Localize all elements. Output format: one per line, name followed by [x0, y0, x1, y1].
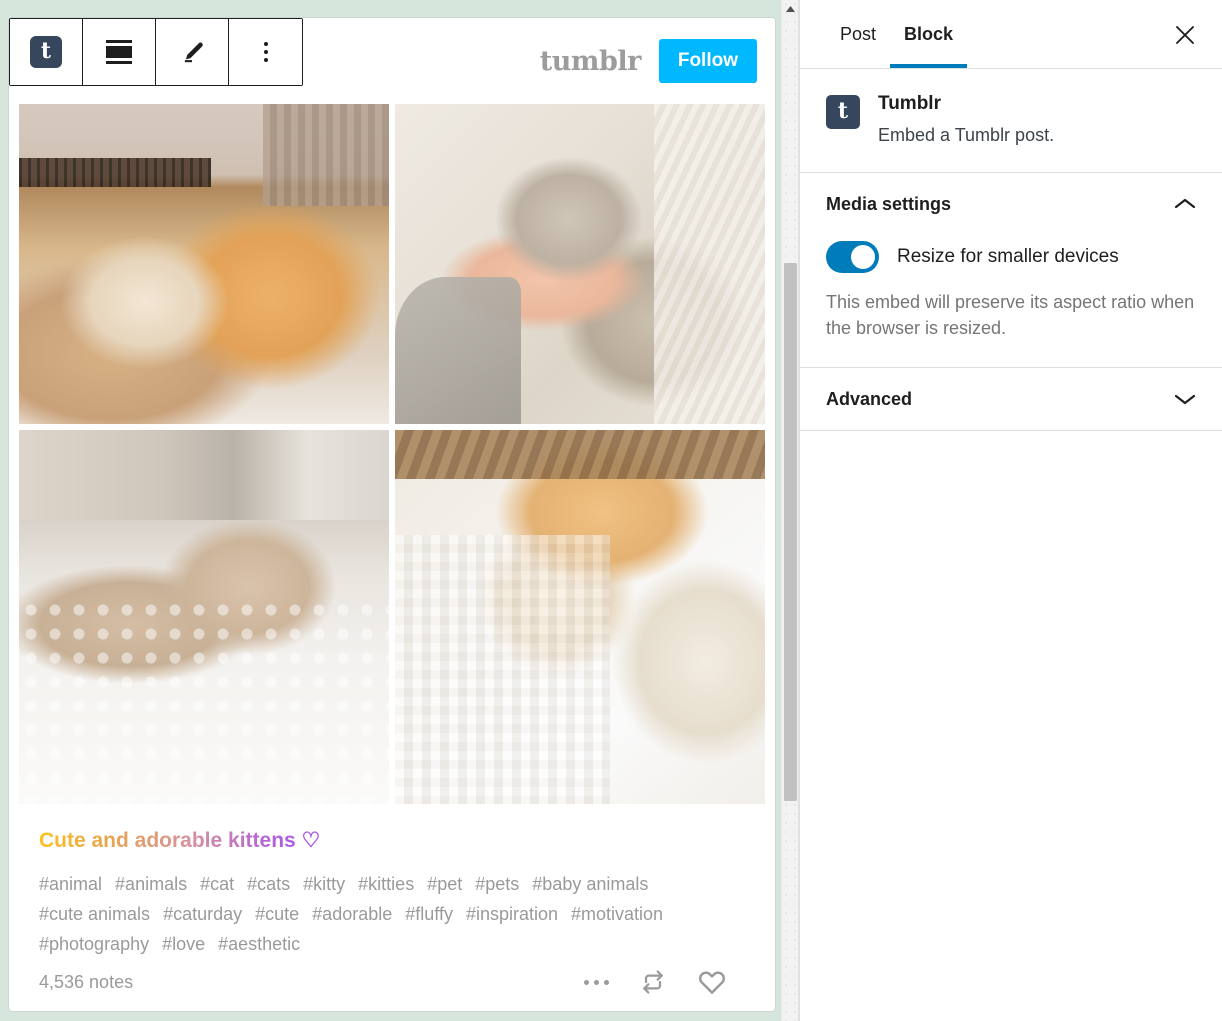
post-tag[interactable]: #adorable [312, 899, 392, 929]
post-actions [584, 967, 745, 997]
editor-scrollbar[interactable] [781, 0, 798, 1021]
panel-advanced-header[interactable]: Advanced [826, 368, 1196, 430]
panel-advanced: Advanced [800, 368, 1222, 432]
panel-media-settings-title: Media settings [826, 193, 952, 214]
resize-toggle-row: Resize for smaller devices [826, 241, 1196, 273]
post-body: Cute and adorable kittens ♡ #animal #anim… [9, 816, 775, 959]
tumblr-icon-letter: t [40, 38, 52, 64]
editor-canvas: tumblr Follow Cute and adorable kittens … [0, 0, 799, 1021]
post-footer: 4,536 notes [9, 967, 775, 997]
panel-media-settings-body: Resize for smaller devices This embed wi… [826, 241, 1196, 367]
more-options-icon [263, 42, 268, 62]
post-tag[interactable]: #pet [427, 869, 462, 899]
panel-media-settings: Media settings Resize for smaller device… [800, 173, 1222, 369]
block-info-text: Tumblr Embed a Tumblr post. [878, 93, 1054, 146]
post-photo-2[interactable] [395, 104, 765, 424]
photo-grid [10, 104, 774, 804]
post-tag[interactable]: #kitties [358, 869, 414, 899]
post-tag[interactable]: #photography [39, 929, 149, 959]
close-icon[interactable] [1166, 16, 1204, 54]
post-tag[interactable]: #motivation [571, 899, 663, 929]
screen-root: tumblr Follow Cute and adorable kittens … [0, 0, 1222, 1021]
tag-list: #animal #animals #cat #cats #kitty #kitties #p… [39, 869, 745, 959]
post-photo-1[interactable] [19, 104, 389, 424]
tab-block[interactable]: Block [890, 0, 968, 68]
post-tag[interactable]: #animals [115, 869, 187, 899]
post-tag[interactable]: #baby animals [532, 869, 648, 899]
like-heart-icon[interactable] [697, 967, 727, 997]
post-tag[interactable]: #caturday [163, 899, 242, 929]
tab-post[interactable]: Post [826, 0, 890, 68]
panel-media-settings-header[interactable]: Media settings [826, 173, 1196, 235]
post-tag[interactable]: #pets [475, 869, 519, 899]
post-tag[interactable]: #inspiration [466, 899, 558, 929]
post-photo-3[interactable] [19, 430, 389, 804]
sidebar-tabs: Post Block [800, 0, 1222, 69]
post-tag[interactable]: #aesthetic [218, 929, 300, 959]
tumblr-embed-card[interactable]: tumblr Follow Cute and adorable kittens … [9, 18, 775, 1011]
more-options-button[interactable] [229, 19, 302, 85]
post-photo-4[interactable] [395, 430, 765, 804]
tumblr-badge-letter: t [837, 98, 849, 124]
post-tag[interactable]: #cat [200, 869, 234, 899]
resize-toggle-label: Resize for smaller devices [897, 246, 1119, 267]
post-tag[interactable]: #love [162, 929, 205, 959]
post-tag[interactable]: #fluffy [405, 899, 453, 929]
notes-count: 4,536 notes [39, 971, 134, 992]
block-toolbar[interactable]: t [9, 18, 303, 86]
scroll-up-arrow-icon[interactable] [782, 2, 799, 16]
tumblr-block-icon-button[interactable]: t [10, 19, 83, 85]
chevron-down-icon[interactable] [1174, 392, 1196, 406]
post-tag[interactable]: #cats [247, 869, 290, 899]
editor-scrollbar-thumb[interactable] [784, 263, 797, 801]
edit-pencil-icon [184, 42, 203, 63]
tumblr-wordmark: tumblr [539, 45, 642, 77]
resize-help-text: This embed will preserve its aspect rati… [826, 292, 1195, 339]
post-more-icon[interactable] [584, 979, 609, 985]
panel-advanced-title: Advanced [826, 388, 913, 409]
post-tag[interactable]: #animal [39, 869, 102, 899]
tumblr-block-icon: t [30, 36, 62, 68]
toggle-knob [851, 245, 875, 269]
edit-url-button[interactable] [156, 19, 229, 85]
align-icon [106, 40, 132, 64]
reblog-icon[interactable] [639, 968, 667, 996]
post-tag[interactable]: #kitty [303, 869, 345, 899]
post-tag[interactable]: #cute [255, 899, 299, 929]
resize-for-smaller-devices-toggle[interactable] [826, 241, 879, 273]
post-title: Cute and adorable kittens ♡ [39, 829, 321, 852]
block-info: t Tumblr Embed a Tumblr post. [800, 69, 1222, 173]
align-button[interactable] [83, 19, 156, 85]
settings-sidebar: Post Block t Tumblr Embed a Tumblr post.… [799, 0, 1222, 1021]
block-info-description: Embed a Tumblr post. [878, 125, 1055, 145]
tumblr-block-badge-icon: t [826, 95, 860, 129]
chevron-up-icon[interactable] [1174, 197, 1196, 211]
block-info-title: Tumblr [878, 93, 941, 114]
follow-button[interactable]: Follow [658, 39, 757, 83]
post-tag[interactable]: #cute animals [39, 899, 150, 929]
